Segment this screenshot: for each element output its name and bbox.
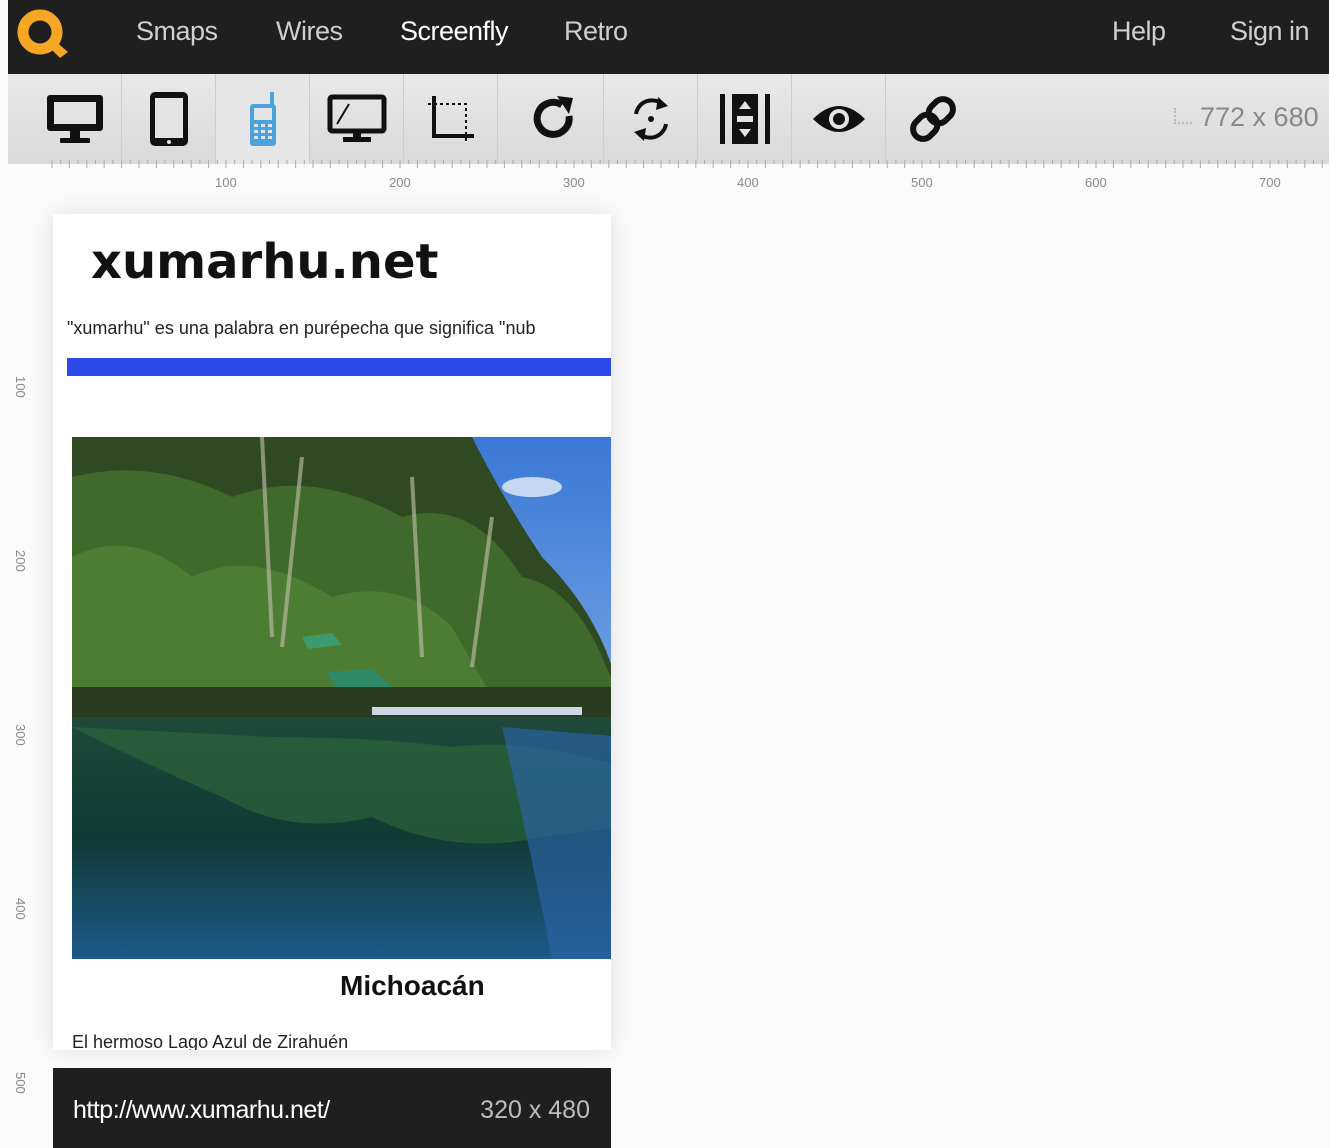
viewport-dimensions: 772 x 680 [1174,102,1319,133]
ruler-label-600: 600 [1085,175,1107,190]
tv-icon[interactable] [310,74,404,164]
refresh-icon[interactable] [504,74,604,164]
vruler-label-100: 100 [13,376,28,398]
device-url-bar: http://www.xumarhu.net/ 320 x 480 [53,1068,611,1148]
site-body-text: El hermoso Lago Azul de Zirahuén [72,1032,349,1050]
vruler-label-500: 500 [13,1072,28,1094]
device-toolbar: 772 x 680 [8,74,1329,164]
nav-link-smaps[interactable]: Smaps [136,16,218,47]
ruler-label-400: 400 [737,175,759,190]
ruler-label-500: 500 [911,175,933,190]
horizontal-ruler: 100 200 300 400 500 600 700 [8,160,1329,198]
site-tagline: "xumarhu" es una palabra en purépecha qu… [67,318,536,338]
photo-caption: Michoacán [340,970,485,1001]
screenfly-app: Smaps Wires Screenfly Retro Help Sign in [0,0,1329,1148]
desktop-icon[interactable] [28,74,122,164]
nav-link-retro[interactable]: Retro [564,16,628,47]
ruler-label-700: 700 [1259,175,1281,190]
scroll-icon[interactable] [698,74,792,164]
vruler-label-400: 400 [13,898,28,920]
phone-icon[interactable] [216,74,310,164]
site-title[interactable]: xumarhu.net [91,234,438,290]
ruler-label-300: 300 [563,175,585,190]
vertical-ruler: 100 200 300 400 500 [0,198,40,1148]
q-logo-icon[interactable] [16,6,72,62]
ruler-label-100: 100 [215,175,237,190]
site-nav-bar [67,358,611,376]
vruler-label-200: 200 [13,550,28,572]
nav-link-sign-in[interactable]: Sign in [1230,16,1310,47]
lake-photo [72,437,611,959]
device-dimensions: 320 x 480 [480,1096,590,1124]
crop-icon[interactable] [404,74,498,164]
top-nav: Smaps Wires Screenfly Retro Help Sign in [8,0,1329,74]
tablet-icon[interactable] [122,74,216,164]
link-icon[interactable] [886,74,980,164]
nav-link-wires[interactable]: Wires [276,16,343,47]
eye-icon[interactable] [792,74,886,164]
device-url[interactable]: http://www.xumarhu.net/ [73,1096,330,1125]
rotate-icon[interactable] [604,74,698,164]
crop-mini-icon [1174,108,1192,124]
nav-link-help[interactable]: Help [1112,16,1166,47]
nav-link-screenfly[interactable]: Screenfly [400,16,509,47]
device-viewport[interactable]: xumarhu.net "xumarhu" es una palabra en … [53,214,611,1050]
viewport-dimensions-text: 772 x 680 [1200,102,1319,132]
ruler-label-200: 200 [389,175,411,190]
vruler-label-300: 300 [13,724,28,746]
